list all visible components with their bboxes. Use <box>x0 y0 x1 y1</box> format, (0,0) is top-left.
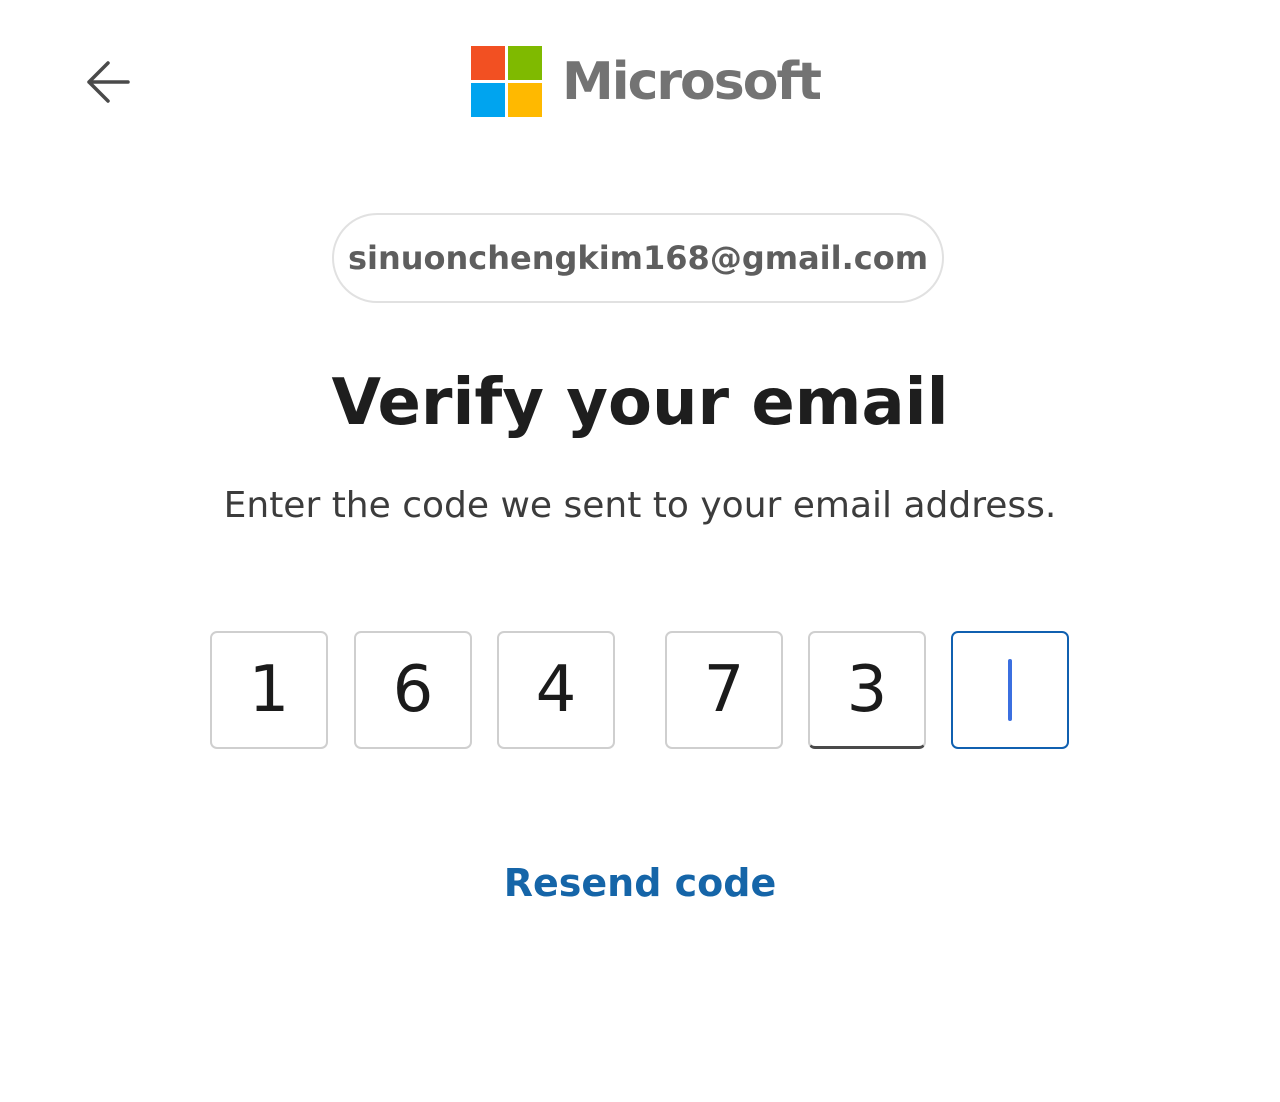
page-title: Verify your email <box>331 366 949 440</box>
code-digit-4[interactable]: 7 <box>665 631 783 749</box>
arrow-left-icon <box>87 61 130 103</box>
microsoft-logo-icon <box>471 46 543 118</box>
resend-code-link[interactable]: Resend code <box>504 861 777 905</box>
code-digit-2[interactable]: 6 <box>354 631 472 749</box>
code-digit-5[interactable]: 3 <box>808 631 926 749</box>
account-email-pill[interactable]: sinuonchengkim168@gmail.com <box>332 213 944 303</box>
back-button[interactable] <box>78 52 138 112</box>
logo-wordmark: Microsoft <box>562 52 822 112</box>
microsoft-logo: Microsoft <box>471 46 822 118</box>
resend-section: Resend code <box>0 858 1280 908</box>
code-digit-3[interactable]: 4 <box>497 631 615 749</box>
code-digit-6[interactable] <box>951 631 1069 749</box>
code-digit-1[interactable]: 1 <box>210 631 328 749</box>
page-subtitle: Enter the code we sent to your email add… <box>223 485 1057 526</box>
text-caret <box>1008 659 1012 721</box>
